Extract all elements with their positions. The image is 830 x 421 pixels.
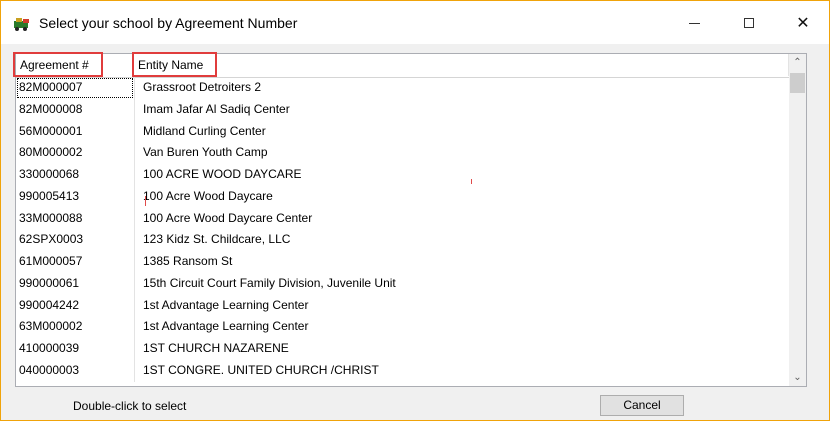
list-row[interactable]: 82M000007 Grassroot Detroiters 2 <box>16 77 789 99</box>
entity-name-cell: 100 Acre Wood Daycare <box>134 185 789 208</box>
entity-name-cell: 100 Acre Wood Daycare Center <box>134 207 789 230</box>
entity-name-cell: Midland Curling Center <box>134 120 789 143</box>
list-row[interactable]: 040000003 1ST CONGRE. UNITED CHURCH /CHRI… <box>16 359 789 382</box>
list-row[interactable]: 990004242 1st Advantage Learning Center <box>16 294 789 317</box>
agreement-number-cell: 410000039 <box>19 341 80 355</box>
cursor-mark <box>471 179 472 184</box>
minimize-icon <box>688 22 700 24</box>
scroll-thumb[interactable] <box>790 73 805 93</box>
entity-name-cell: 1ST CHURCH NAZARENE <box>134 338 789 360</box>
agreement-number-cell: 56M000001 <box>19 123 83 138</box>
list-row[interactable]: 990000061 15th Circuit Court Family Divis… <box>16 272 789 295</box>
list-header: Agreement # Entity Name <box>16 54 789 78</box>
title-bar[interactable]: Select your school by Agreement Number ✕ <box>1 1 829 44</box>
list-row[interactable]: 330000068 100 ACRE WOOD DAYCARE <box>16 164 789 186</box>
list-row[interactable]: 62SPX0003 123 Kidz St. Childcare, LLC <box>16 229 789 251</box>
agreement-number-cell: 61M000057 <box>19 254 83 268</box>
list-row[interactable]: 990005413 100 Acre Wood Daycare <box>16 185 789 208</box>
list-rows: 82M000007 Grassroot Detroiters 2 82M000008… <box>16 77 789 382</box>
cursor-mark <box>145 196 146 206</box>
entity-name-cell: 100 ACRE WOOD DAYCARE <box>134 164 789 186</box>
close-button[interactable]: ✕ <box>780 7 826 39</box>
agreement-number-cell: 990005413 <box>19 188 80 203</box>
column-header-entity-name[interactable]: Entity Name <box>134 54 789 76</box>
chevron-up-icon[interactable]: ⌃ <box>789 54 806 71</box>
window-title: Select your school by Agreement Number <box>39 15 298 31</box>
agreement-number-cell: 330000068 <box>19 167 80 181</box>
list-row[interactable]: 82M000008 Imam Jafar Al Sadiq Center <box>16 98 789 121</box>
close-icon: ✕ <box>796 15 810 32</box>
vertical-scrollbar[interactable]: ⌃ ⌄ <box>789 54 806 386</box>
entity-name-cell: 1st Advantage Learning Center <box>134 294 789 317</box>
agreement-number-cell: 62SPX0003 <box>19 232 84 247</box>
list-row[interactable]: 56M000001 Midland Curling Center <box>16 120 789 143</box>
list-row[interactable]: 410000039 1ST CHURCH NAZARENE <box>16 338 789 360</box>
entity-name-cell: Grassroot Detroiters 2 <box>134 77 789 99</box>
agreement-number-cell: 82M000007 <box>16 77 134 99</box>
list-row[interactable]: 63M000002 1st Advantage Learning Center <box>16 316 789 338</box>
school-bus-icon <box>14 18 29 31</box>
chevron-down-icon[interactable]: ⌄ <box>789 369 806 386</box>
agreement-number-cell: 63M000002 <box>19 319 83 334</box>
maximize-button[interactable] <box>726 7 772 39</box>
list-row[interactable]: 33M000088 100 Acre Wood Daycare Center <box>16 207 789 230</box>
agreement-number-cell: 040000003 <box>19 362 80 377</box>
entity-name-cell: 1ST CONGRE. UNITED CHURCH /CHRIST <box>134 359 789 382</box>
entity-name-cell: 15th Circuit Court Family Division, Juve… <box>134 272 789 295</box>
entity-name-cell: Van Buren Youth Camp <box>134 142 789 164</box>
list-row[interactable]: 80M000002 Van Buren Youth Camp <box>16 142 789 164</box>
minimize-button[interactable] <box>671 7 717 39</box>
agreement-list[interactable]: Agreement # Entity Name 82M000007 Grassro… <box>15 53 807 387</box>
agreement-number-cell: 82M000008 <box>19 101 83 116</box>
agreement-number-cell: 990004242 <box>19 297 80 312</box>
entity-name-cell: 1385 Ransom St <box>134 251 789 273</box>
agreement-number-cell: 33M000088 <box>19 210 83 225</box>
agreement-number-cell: 990000061 <box>19 275 80 290</box>
maximize-icon <box>744 18 754 28</box>
list-row[interactable]: 61M000057 1385 Ransom St <box>16 251 789 273</box>
entity-name-cell: 123 Kidz St. Childcare, LLC <box>134 229 789 251</box>
entity-name-cell: 1st Advantage Learning Center <box>134 316 789 338</box>
entity-name-cell: Imam Jafar Al Sadiq Center <box>134 98 789 121</box>
column-header-agreement[interactable]: Agreement # <box>16 54 134 76</box>
cancel-button[interactable]: Cancel <box>600 395 684 416</box>
agreement-number-cell: 80M000002 <box>19 145 83 160</box>
double-click-hint: Double-click to select <box>73 399 187 413</box>
dialog-window: Select your school by Agreement Number ✕… <box>0 0 830 421</box>
